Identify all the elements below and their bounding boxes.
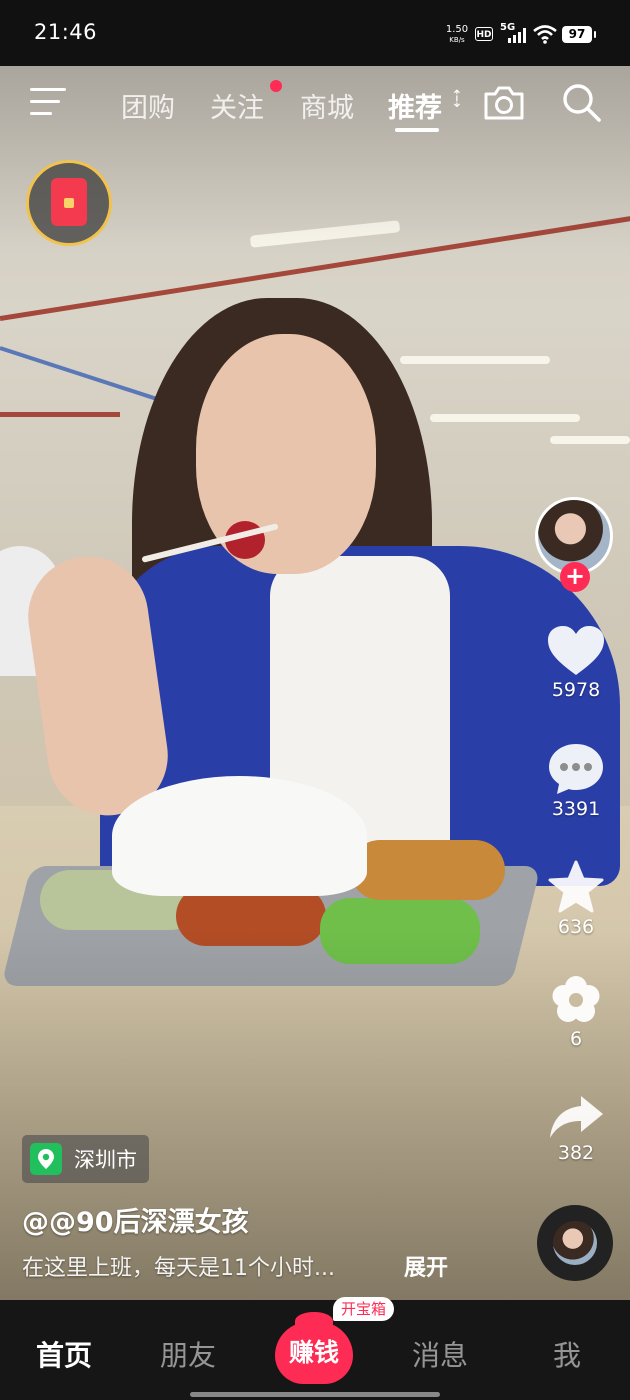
battery-indicator: 97 — [562, 26, 596, 43]
active-tab-underline — [395, 128, 439, 132]
earn-money-button[interactable]: 赚钱 — [275, 1312, 353, 1384]
clock: 21:46 — [34, 20, 98, 44]
signal-5g-icon: 5G — [500, 22, 528, 44]
tab-follow[interactable]: 关注 — [210, 86, 264, 125]
nav-messages[interactable]: 消息 — [412, 1334, 468, 1374]
video-player[interactable] — [0, 66, 630, 1300]
share-arrow-icon — [550, 1096, 603, 1138]
bottom-nav: 首页 朋友 赚钱 消息 我 — [0, 1300, 630, 1400]
nav-me[interactable]: 我 — [553, 1334, 581, 1374]
open-treasure-badge[interactable]: 开宝箱 — [333, 1297, 395, 1321]
like-button[interactable]: 5978 — [540, 625, 612, 701]
tab-mall[interactable]: 商城 — [300, 86, 354, 125]
favorite-count: 636 — [557, 916, 595, 938]
red-envelope-icon — [51, 178, 87, 226]
share-button[interactable]: 382 — [540, 1094, 612, 1164]
music-cover — [553, 1221, 597, 1265]
comment-button[interactable]: 3391 — [540, 742, 612, 820]
star-icon — [548, 860, 604, 913]
top-nav: 团购 关注 商城 推荐 — [0, 66, 630, 146]
status-bar: 21:46 1.50 KB/s HD 5G 97 — [0, 0, 630, 66]
home-indicator — [190, 1392, 440, 1397]
location-text: 深圳市 — [74, 1148, 137, 1172]
nav-friends[interactable]: 朋友 — [160, 1334, 216, 1374]
follow-plus-button[interactable]: + — [560, 562, 590, 592]
heart-icon — [548, 626, 604, 675]
network-speed-unit: KB/s — [449, 36, 465, 44]
like-count: 5978 — [551, 679, 601, 701]
expand-caption-button[interactable]: 展开 — [404, 1250, 448, 1282]
tab-group-buy[interactable]: 团购 — [121, 86, 175, 125]
flower-count: 6 — [569, 1028, 583, 1050]
flower-gift-button[interactable]: 6 — [540, 974, 612, 1050]
favorite-button[interactable]: 636 — [540, 860, 612, 938]
menu-icon[interactable] — [30, 88, 66, 118]
earn-label: 赚钱 — [288, 1338, 339, 1367]
comment-count: 3391 — [551, 798, 601, 820]
location-tag[interactable]: 深圳市 — [22, 1135, 149, 1183]
comment-icon — [549, 744, 603, 794]
flower-icon — [552, 976, 600, 1022]
location-pin-icon — [30, 1143, 62, 1175]
nav-home[interactable]: 首页 — [36, 1334, 92, 1374]
share-count: 382 — [557, 1142, 595, 1164]
camera-icon[interactable] — [482, 84, 526, 122]
music-disc[interactable] — [537, 1205, 613, 1281]
wifi-icon — [533, 25, 557, 44]
network-speed-value: 1.50 — [445, 24, 469, 35]
author-name[interactable]: @@90后深漂女孩 — [22, 1200, 249, 1239]
video-shade — [0, 66, 630, 1300]
hd-badge: HD — [475, 27, 493, 41]
network-speed: 1.50 KB/s — [444, 25, 470, 45]
search-icon[interactable] — [561, 82, 603, 124]
video-caption: 在这里上班，每天是11个小时... — [22, 1256, 335, 1281]
switch-arrows-icon[interactable]: ⇡ ⇣ — [451, 89, 463, 110]
notification-dot — [270, 80, 282, 92]
red-packet-button[interactable] — [26, 160, 112, 246]
tab-recommend[interactable]: 推荐 — [388, 86, 442, 125]
